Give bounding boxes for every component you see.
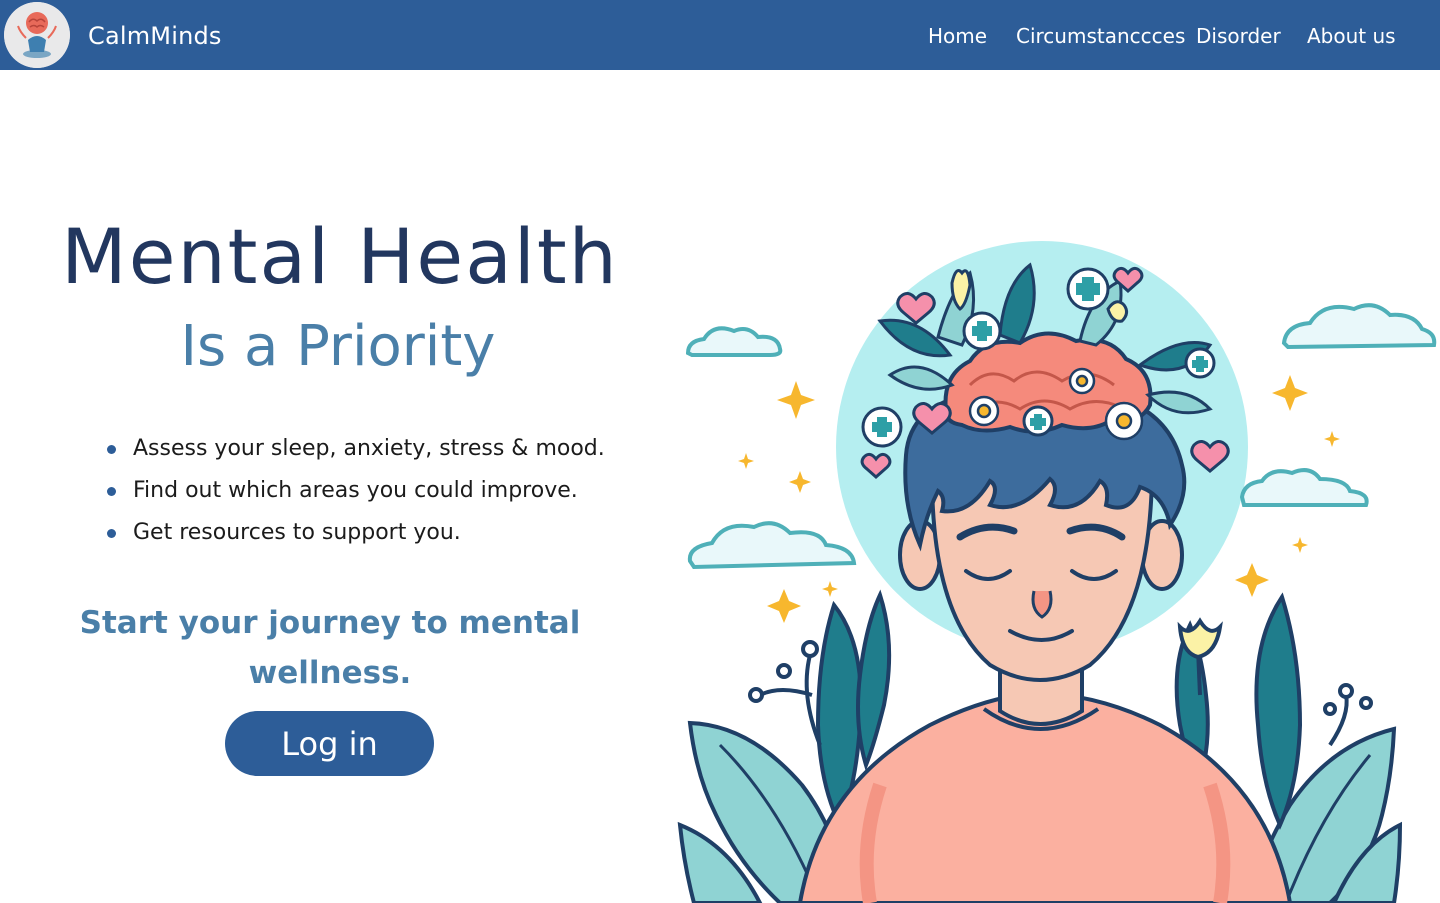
nav-circumstances-link[interactable]: Circumstanccces (1016, 24, 1185, 48)
cloud-icon (685, 326, 783, 357)
top-navbar: CalmMinds Home Circumstanccces Disorder … (0, 0, 1440, 70)
main-nav: Home Circumstanccces Disorder About us (0, 24, 1440, 54)
flower-stems-left (748, 640, 822, 746)
feature-item: Get resources to support you. (105, 516, 605, 558)
cloud-icon (1281, 303, 1437, 350)
bullet-icon (107, 529, 116, 538)
nose (1031, 590, 1053, 619)
feature-text: Get resources to support you. (133, 520, 461, 545)
cloud-icon (687, 521, 857, 570)
nav-about-link[interactable]: About us (1307, 24, 1396, 48)
hero-subtitle: Is a Priority (180, 314, 496, 379)
illustration-svg (677, 241, 1437, 903)
feature-text: Assess your sleep, anxiety, stress & moo… (133, 436, 605, 461)
feature-item: Find out which areas you could improve. (105, 474, 605, 516)
feature-item: Assess your sleep, anxiety, stress & moo… (105, 432, 605, 474)
flower-stems-right (1323, 683, 1373, 747)
cloud-icon (1239, 468, 1369, 507)
nav-disorder-link[interactable]: Disorder (1196, 24, 1281, 48)
bullet-icon (107, 487, 116, 496)
feature-text: Find out which areas you could improve. (133, 478, 578, 503)
login-button[interactable]: Log in (225, 711, 434, 776)
cta-text: Start your journey to mental wellness. (79, 605, 581, 691)
nav-home-link[interactable]: Home (928, 24, 987, 48)
mindful-person-illustration (670, 225, 1440, 903)
bullet-icon (107, 445, 116, 454)
bud-icon (1106, 300, 1129, 323)
hero-title: Mental Health (61, 212, 619, 301)
feature-list: Assess your sleep, anxiety, stress & moo… (105, 432, 605, 558)
